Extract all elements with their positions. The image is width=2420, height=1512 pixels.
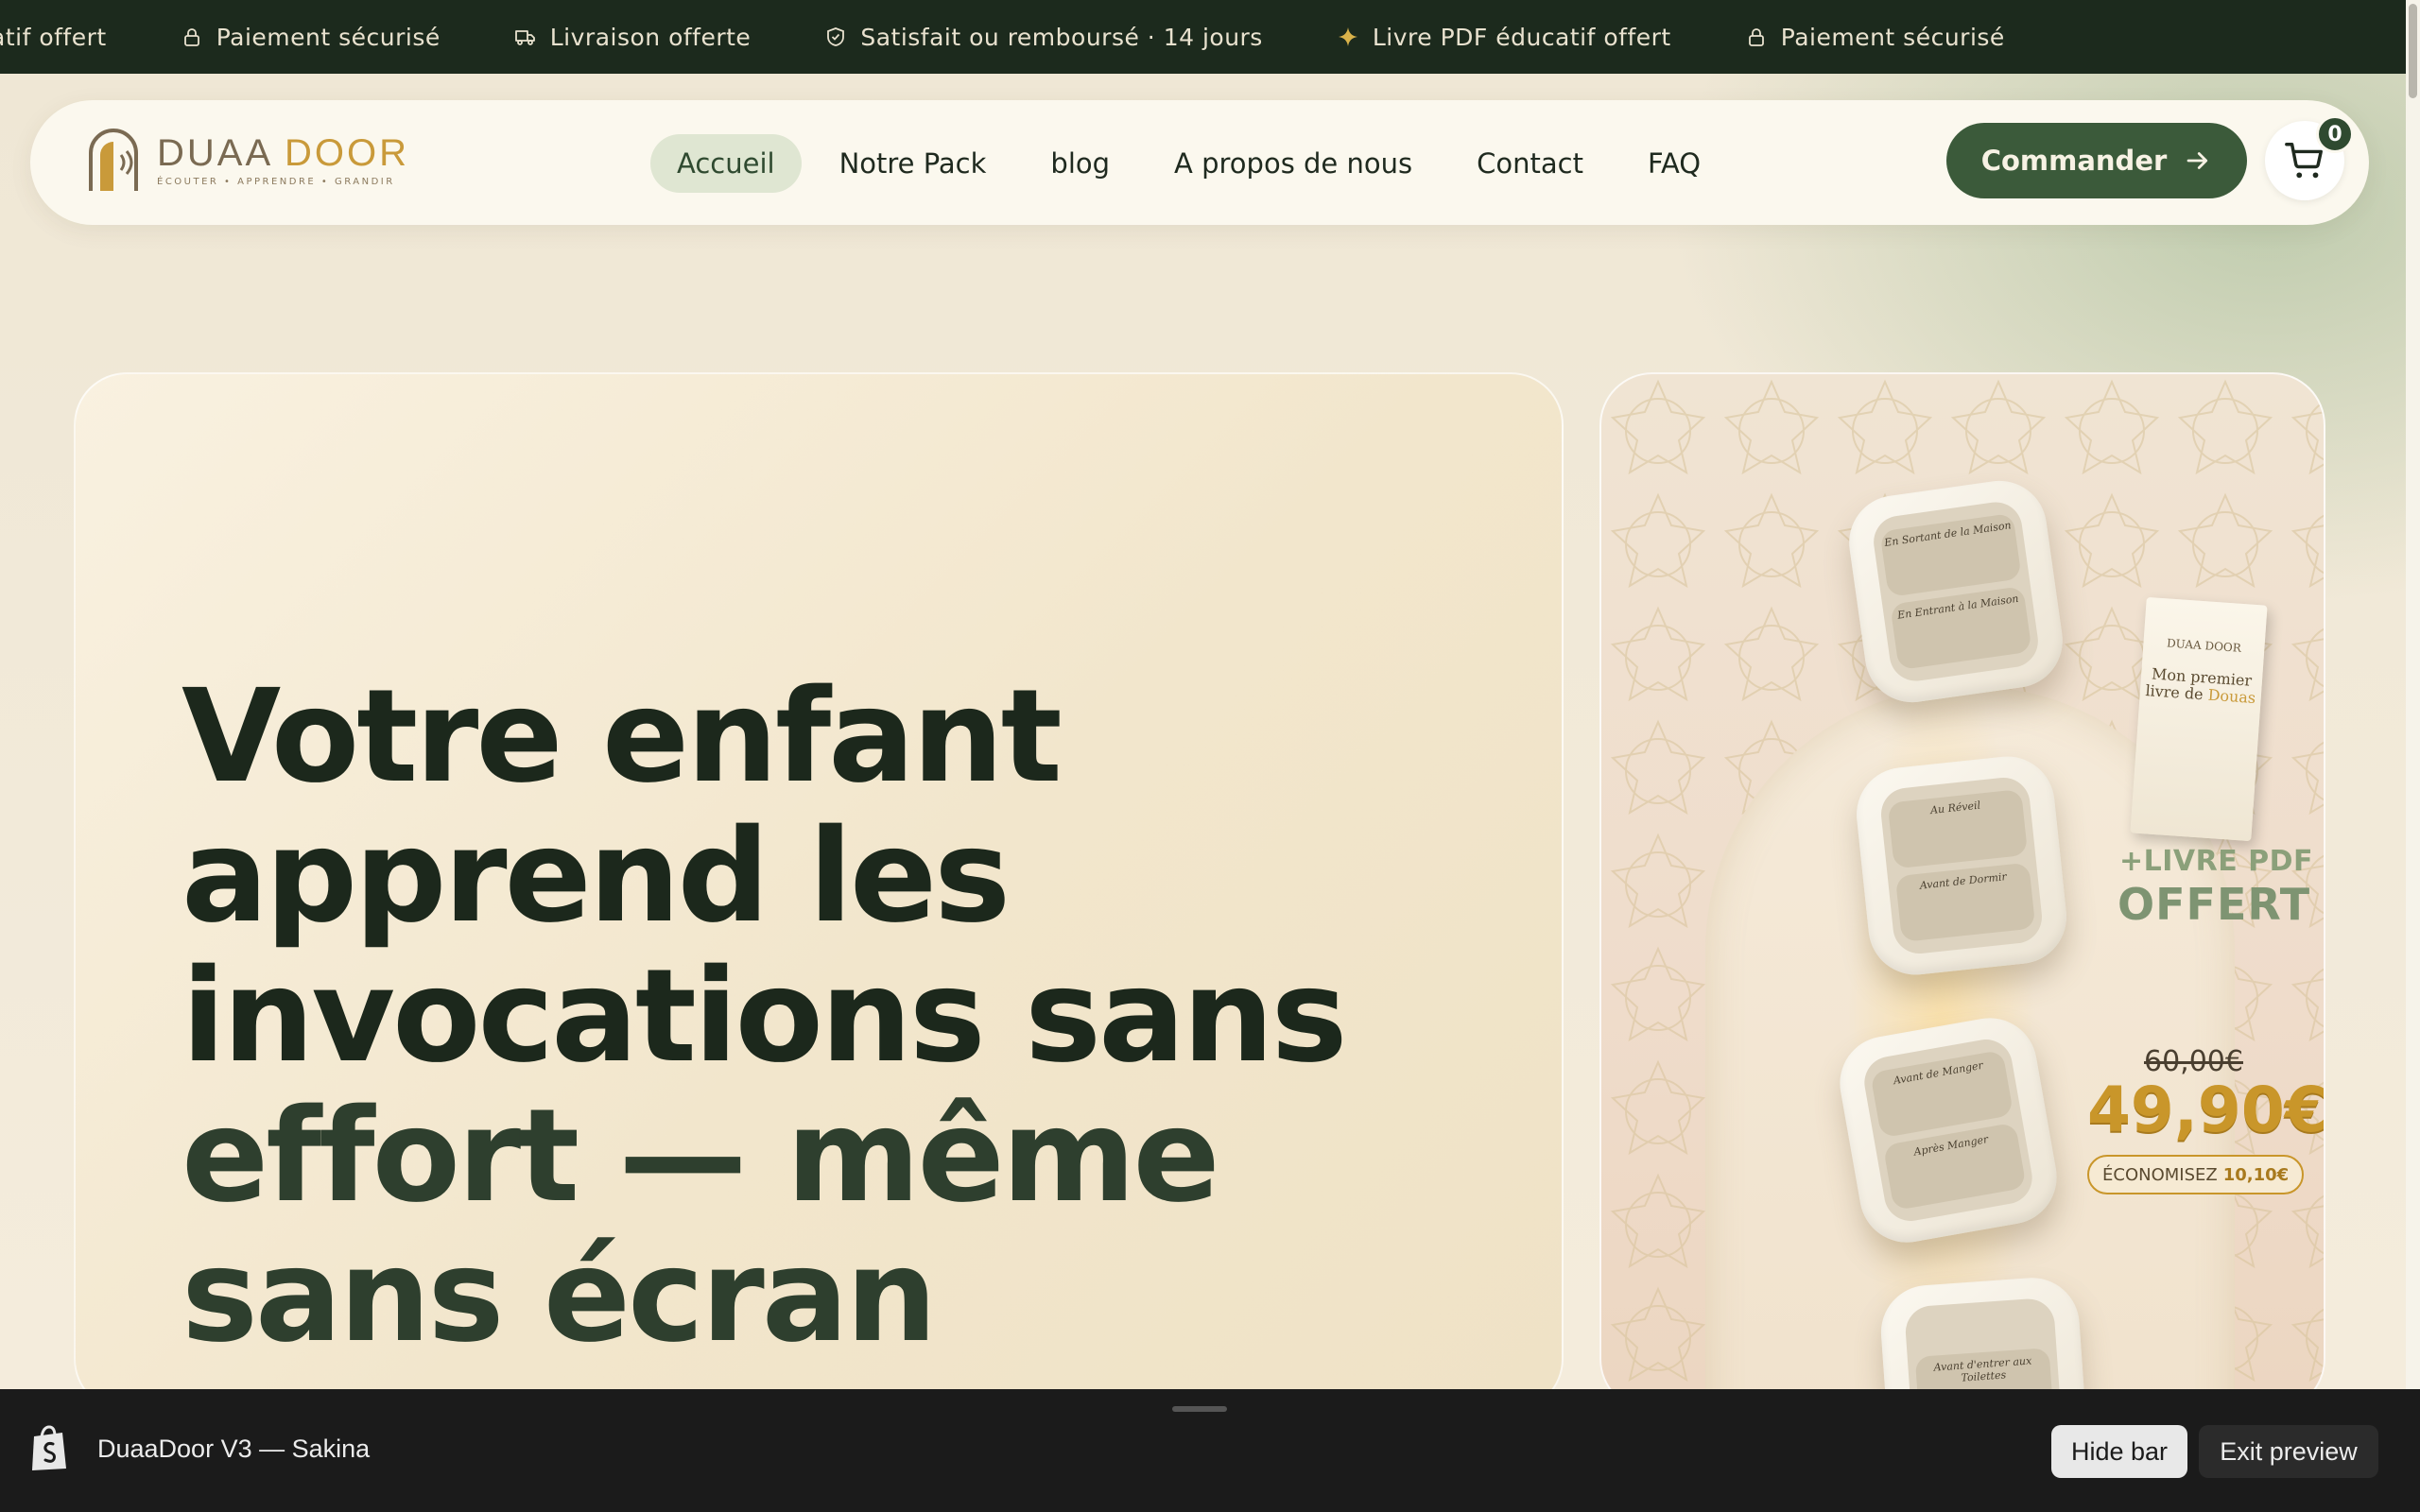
savings-badge: ÉCONOMISEZ 10,10€ (2087, 1155, 2305, 1194)
commander-button[interactable]: Commander (1946, 123, 2247, 198)
announcement-item: Paiement sécurisé (1745, 24, 2005, 51)
nav-item-a-propos-de-nous[interactable]: A propos de nous (1148, 134, 1439, 193)
announcement-item: Livre PDF éducatif offert (1337, 24, 1671, 51)
preview-bar-drag-handle[interactable] (1172, 1406, 1227, 1412)
product-image-card: En Sortant de la Maison En Entrant à la M… (1599, 372, 2325, 1412)
announcement-text: atif offert (0, 23, 107, 51)
duaa-device-1: En Sortant de la Maison En Entrant à la M… (1842, 474, 2069, 709)
book-brand: DUAA DOOR (2166, 636, 2242, 655)
announcement-track: atif offert Paiement sécurisé Livraison of… (0, 0, 2079, 74)
preview-theme-title: DuaaDoor V3 — Sakina (97, 1435, 371, 1463)
cart-button[interactable]: 0 (2265, 115, 2354, 200)
logo-tagline: ÉCOUTER • APPRENDRE • GRANDIR (157, 177, 395, 187)
nav-item-blog[interactable]: blog (1024, 134, 1136, 193)
new-price: 49,90€ (2087, 1074, 2325, 1146)
hero-title: Votre enfant apprend les invocations san… (182, 662, 1348, 1371)
shopify-bag-icon (32, 1425, 66, 1470)
shield-check-icon (824, 26, 847, 48)
door-arch-logo-icon (89, 129, 138, 191)
logo-wordmark: DUAA DOOR (157, 132, 410, 174)
nav-item-contact[interactable]: Contact (1450, 134, 1610, 193)
device-label: En Sortant de la Maison (1879, 512, 2022, 597)
device-label: En Entrant à la Maison (1890, 586, 2032, 671)
exit-preview-button[interactable]: Exit preview (2199, 1425, 2378, 1478)
hide-bar-button[interactable]: Hide bar (2051, 1425, 2187, 1478)
lock-icon (181, 26, 203, 48)
device-label: Après Manger (1882, 1122, 2027, 1211)
nav-item-faq[interactable]: FAQ (1621, 134, 1727, 193)
truck-icon (514, 26, 537, 48)
shopify-preview-bar: DuaaDoor V3 — Sakina Hide bar Exit previ… (0, 1389, 2420, 1512)
book-title: Mon premier livre de Douas (2144, 664, 2256, 708)
device-label: Avant de Manger (1870, 1049, 2014, 1139)
announcement-text: Satisfait ou remboursé · 14 jours (860, 23, 1263, 51)
announcement-item: Livraison offerte (514, 24, 752, 51)
announcement-text: Livre PDF éducatif offert (1372, 23, 1671, 51)
cart-count-badge: 0 (2316, 115, 2354, 153)
site-header: DUAA DOOR ÉCOUTER • APPRENDRE • GRANDIR … (30, 100, 2369, 225)
announcement-text: Livraison offerte (549, 23, 752, 51)
device-label: Avant de Dormir (1894, 862, 2036, 943)
scrollbar-thumb[interactable] (2409, 4, 2417, 98)
arrow-right-icon (2187, 152, 2208, 169)
pdf-book-cover: DUAA DOOR Mon premier livre de Douas (2130, 596, 2268, 842)
nav-item-notre-pack[interactable]: Notre Pack (813, 134, 1013, 193)
pdf-plus-label: +LIVRE PDF (2119, 845, 2314, 878)
hero-card: Votre enfant apprend les invocations san… (74, 372, 1564, 1412)
announcement-text: Paiement sécurisé (1780, 23, 2005, 51)
lock-icon (1745, 26, 1768, 48)
device-label: Au Réveil (1887, 788, 2029, 869)
nav-item-accueil[interactable]: Accueil (650, 134, 802, 193)
announcement-item: Satisfait ou remboursé · 14 jours (824, 24, 1263, 51)
announcement-item: atif offert (0, 24, 107, 51)
announcement-text: Paiement sécurisé (216, 23, 441, 51)
duaa-device-2: Au Réveil Avant de Dormir (1852, 751, 2071, 980)
main-nav: Accueil Notre Pack blog A propos de nous Con… (650, 134, 1738, 193)
page-scrollbar[interactable] (2406, 0, 2420, 1389)
announcement-bar: atif offert Paiement sécurisé Livraison of… (0, 0, 2406, 74)
commander-label: Commander (1980, 145, 2168, 177)
logo[interactable]: DUAA DOOR ÉCOUTER • APPRENDRE • GRANDIR (83, 127, 409, 193)
duaa-device-3: Avant de Manger Après Manger (1832, 1010, 2065, 1250)
pdf-offert-label: OFFERT (2118, 879, 2311, 930)
announcement-item: Paiement sécurisé (181, 24, 441, 51)
sparkle-icon (1337, 26, 1359, 48)
